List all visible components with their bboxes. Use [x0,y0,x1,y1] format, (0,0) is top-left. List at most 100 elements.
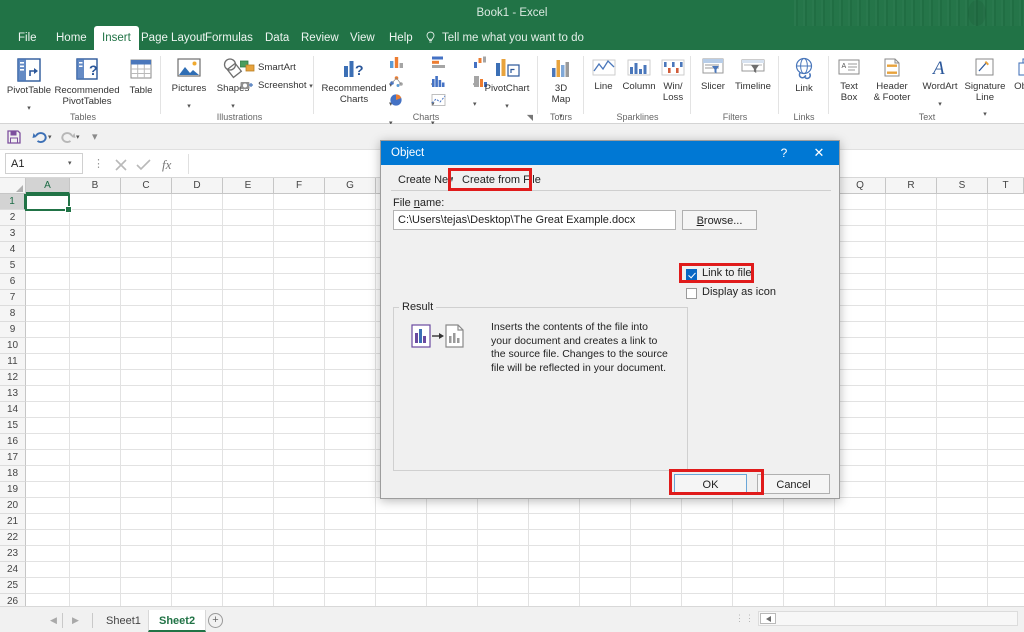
row-header-10[interactable]: 10 [0,338,26,354]
column-header-S[interactable]: S [937,178,988,194]
display-as-icon-label: Display as icon [702,286,776,298]
add-sheet-button[interactable]: + [208,613,223,628]
table-button[interactable]: Table [120,56,162,97]
row-header-16[interactable]: 16 [0,434,26,450]
funnel-chart-caret-icon[interactable]: ▾ [473,101,477,108]
row-header-3[interactable]: 3 [0,226,26,242]
column-header-C[interactable]: C [121,178,172,194]
tab-formulas[interactable]: Formulas [197,26,261,50]
table-icon [126,56,156,86]
object-button[interactable]: Object [1008,56,1024,93]
recommended-pivottables-button[interactable]: ? Recommended PivotTables [52,56,122,107]
row-header-18[interactable]: 18 [0,466,26,482]
next-sheet-icon[interactable]: ▶ [72,615,79,626]
link-to-file-checkbox[interactable] [686,269,697,280]
row-header-11[interactable]: 11 [0,354,26,370]
customize-qat-icon[interactable]: ▾ [92,130,98,143]
group-label-tables: Tables [0,112,166,122]
row-header-21[interactable]: 21 [0,514,26,530]
horizontal-scrollbar[interactable] [758,611,1018,626]
name-box-caret-icon[interactable]: ▾ [68,159,72,167]
pivotchart-caret-icon[interactable]: ▾ [505,103,509,110]
pivottable-caret-icon[interactable]: ▾ [27,105,31,112]
row-header-25[interactable]: 25 [0,578,26,594]
row-header-17[interactable]: 17 [0,450,26,466]
dialog-help-button[interactable]: ? [771,141,797,165]
slicer-button[interactable]: Slicer [694,56,732,93]
row-header-9[interactable]: 9 [0,322,26,338]
sparkline-column-button[interactable]: Column [619,56,659,93]
row-header-26[interactable]: 26 [0,594,26,606]
row-header-2[interactable]: 2 [0,210,26,226]
redo-caret-icon[interactable]: ▾ [76,133,80,141]
header-footer-button[interactable]: Header & Footer [866,56,918,103]
column-header-D[interactable]: D [172,178,223,194]
sheet-tab-sheet1[interactable]: Sheet1 [96,610,151,632]
recommended-charts-button[interactable]: ? Recommended Charts [321,56,387,105]
row-header-12[interactable]: 12 [0,370,26,386]
column-header-E[interactable]: E [223,178,274,194]
file-name-input[interactable]: C:\Users\tejas\Desktop\The Great Example… [393,210,676,230]
ok-button[interactable]: OK [674,474,747,494]
display-as-icon-checkbox[interactable] [686,288,697,299]
shapes-caret-icon[interactable]: ▾ [231,103,235,110]
undo-icon[interactable] [32,129,48,145]
tell-me-search[interactable]: Tell me what you want to do [442,26,584,50]
row-header-22[interactable]: 22 [0,530,26,546]
previous-sheet-icon[interactable]: ◀ [50,615,57,626]
sparkline-winloss-button[interactable]: Win/ Loss [657,56,689,103]
column-header-B[interactable]: B [70,178,121,194]
tab-review[interactable]: Review [293,26,347,50]
charts-dialog-launcher[interactable]: ◥ [527,113,533,122]
column-header-G[interactable]: G [325,178,376,194]
sheet-tab-sheet2[interactable]: Sheet2 [148,610,206,632]
timeline-button[interactable]: Timeline [730,56,776,93]
tab-home[interactable]: Home [48,26,95,50]
wordart-caret-icon[interactable]: ▾ [938,101,942,108]
sparkline-line-button[interactable]: Line [587,56,620,93]
row-header-5[interactable]: 5 [0,258,26,274]
row-header-14[interactable]: 14 [0,402,26,418]
split-grip-icon[interactable]: ⋮⋮ [735,613,755,624]
screenshot-button[interactable]: Screenshot ▾ [258,80,313,91]
cancel-button[interactable]: Cancel [757,474,830,494]
redo-icon[interactable] [60,129,76,145]
column-header-F[interactable]: F [274,178,325,194]
row-header-6[interactable]: 6 [0,274,26,290]
text-box-label: Text Box [832,82,866,103]
tab-file[interactable]: File [10,26,45,50]
pivottable-button[interactable]: PivotTable ▾ [4,56,54,115]
tab-view[interactable]: View [342,26,383,50]
dialog-tab-create-from-file[interactable]: Create from File [453,171,550,190]
undo-caret-icon[interactable]: ▾ [48,133,52,141]
text-box-button[interactable]: A Text Box [832,56,866,103]
tab-data[interactable]: Data [257,26,297,50]
row-header-24[interactable]: 24 [0,562,26,578]
pictures-caret-icon[interactable]: ▾ [187,103,191,110]
active-cell-A1[interactable] [25,194,70,211]
dialog-close-button[interactable]: ✕ [799,141,839,165]
row-header-8[interactable]: 8 [0,306,26,322]
row-header-19[interactable]: 19 [0,482,26,498]
horizontal-scroll-thumb[interactable] [760,613,776,624]
browse-button[interactable]: Browse... [682,210,757,230]
save-icon[interactable] [6,129,22,145]
column-header-T[interactable]: T [988,178,1024,194]
row-header-13[interactable]: 13 [0,386,26,402]
row-header-4[interactable]: 4 [0,242,26,258]
column-header-R[interactable]: R [886,178,937,194]
column-header-Q[interactable]: Q [835,178,886,194]
wordart-button[interactable]: A WordArt ▾ [918,56,962,111]
row-header-15[interactable]: 15 [0,418,26,434]
link-button[interactable]: Link [782,56,826,95]
select-all-corner[interactable] [0,178,26,194]
smartart-button[interactable]: SmartArt [258,62,296,73]
row-header-20[interactable]: 20 [0,498,26,514]
pivotchart-button[interactable]: PivotChart ▾ [481,56,533,113]
row-header-23[interactable]: 23 [0,546,26,562]
column-header-A[interactable]: A [26,178,70,194]
tab-help[interactable]: Help [381,26,421,50]
pictures-button[interactable]: Pictures ▾ [166,56,212,113]
row-header-7[interactable]: 7 [0,290,26,306]
row-header-1[interactable]: 1 [0,194,26,210]
